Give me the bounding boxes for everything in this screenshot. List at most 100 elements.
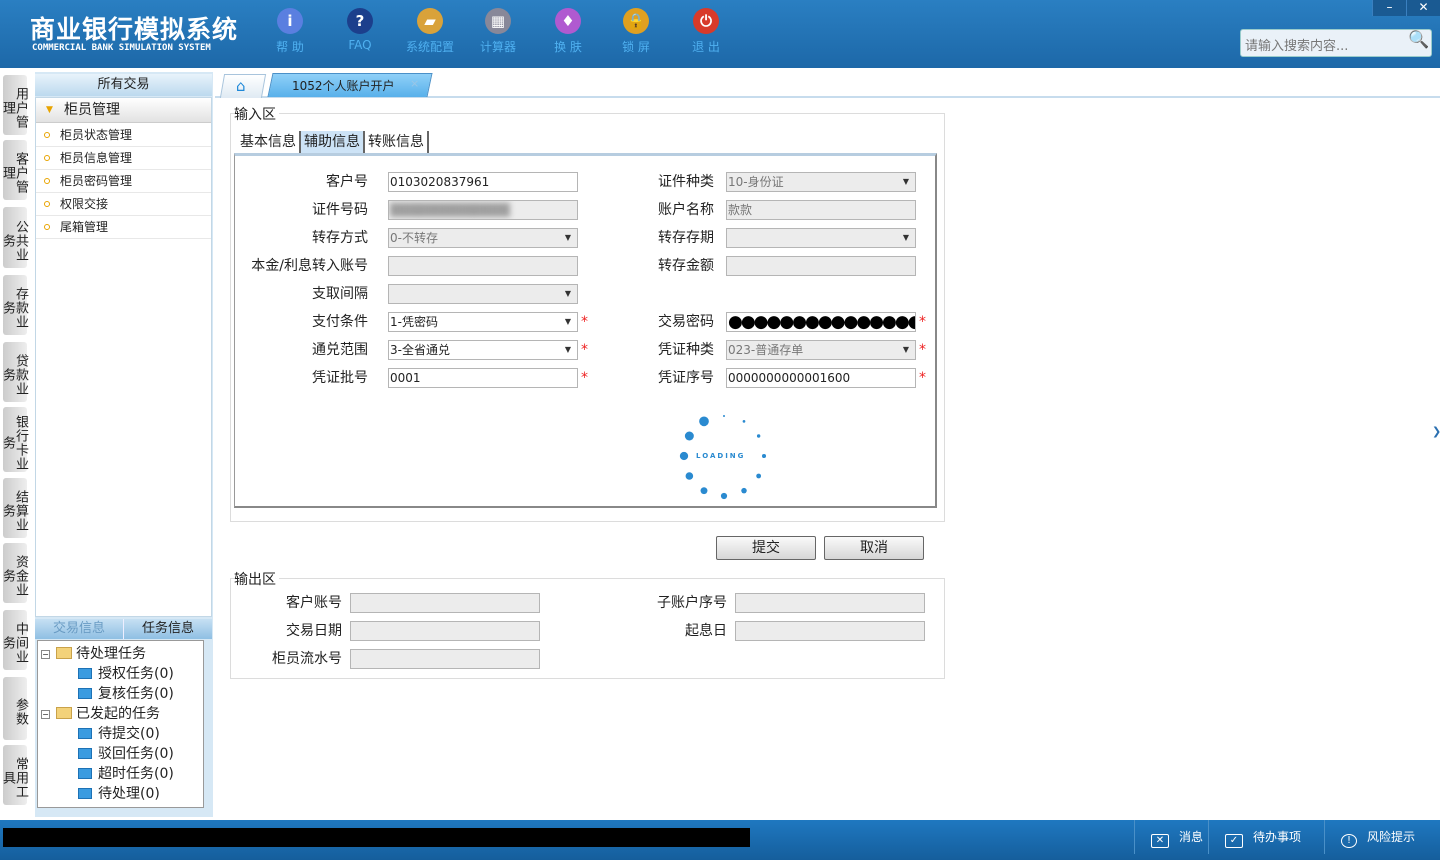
tab-task-info[interactable]: 任务信息	[124, 619, 212, 639]
status-checkbox[interactable]: ✓ 待办事项	[1208, 820, 1324, 854]
status-message-bar	[3, 828, 750, 847]
loading-text: LOADING	[696, 452, 746, 460]
vtab-2[interactable]: 公共业务	[0, 207, 28, 268]
output-field	[735, 593, 925, 613]
vtab-3[interactable]: 存款业务	[0, 275, 28, 335]
field-left-1-input[interactable]: ▒▒▒▒▒▒▒▒▒▒▒▒▒	[388, 200, 578, 220]
vtab-10[interactable]: 常用工具	[0, 745, 28, 805]
field-label: 客户号	[326, 174, 368, 190]
dropdown-arrow-icon[interactable]: ▼	[565, 341, 571, 359]
toolbar-toolbox-button[interactable]: ▰ 系统配置	[400, 8, 460, 55]
vtab-9[interactable]: 参数	[3, 677, 28, 740]
vtab-6[interactable]: 结算业务	[0, 478, 28, 538]
toolbar-question-button[interactable]: ? FAQ	[330, 8, 390, 52]
field-value: 款款	[728, 203, 753, 217]
field-right-3-input[interactable]	[726, 256, 916, 276]
dropdown-arrow-icon[interactable]: ▼	[903, 229, 909, 247]
field-label: 支取间隔	[312, 286, 368, 302]
tree-leaf[interactable]: 待处理(0)	[78, 783, 160, 803]
window-controls: – ✕	[1372, 0, 1440, 16]
tab-close-icon[interactable]: ×	[410, 77, 419, 90]
tab-trade-info[interactable]: 交易信息	[35, 619, 124, 639]
output-field	[735, 621, 925, 641]
dropdown-arrow-icon[interactable]: ▼	[565, 285, 571, 303]
vtab-5[interactable]: 银行卡业务	[0, 407, 28, 472]
menu-item[interactable]: 权限交接	[36, 193, 211, 216]
menu-item[interactable]: 柜员状态管理	[36, 124, 211, 147]
required-mark: *	[919, 314, 926, 330]
close-button[interactable]: ✕	[1406, 0, 1440, 16]
status-mail[interactable]: ✕ 消息	[1134, 820, 1208, 854]
field-left-2-select[interactable]: 0-不转存 ▼	[388, 228, 578, 248]
bullet-icon	[44, 132, 50, 138]
tree-node[interactable]: − 待处理任务	[41, 643, 146, 663]
vtab-4[interactable]: 贷款业务	[0, 342, 28, 402]
field-left-7-input[interactable]: 0001	[388, 368, 578, 388]
tree-leaf-label: 复核任务(0)	[98, 686, 174, 702]
menu-group-label: 柜员管理	[64, 102, 120, 118]
spinner-dot	[761, 453, 767, 459]
search-icon[interactable]: 🔍	[1408, 30, 1434, 50]
home-icon[interactable]: ⌂	[236, 77, 246, 95]
vtab-0[interactable]: 用户管理	[0, 75, 28, 135]
field-right-4-input[interactable]: ●●●●●●●●●●●●●●●	[726, 312, 916, 332]
menu-item-label: 权限交接	[60, 197, 109, 211]
vtab-1[interactable]: 客户管理	[0, 140, 28, 200]
spinner-dot	[756, 434, 761, 438]
submit-button[interactable]: 提交	[716, 536, 816, 560]
tree-leaf[interactable]: 复核任务(0)	[78, 683, 174, 703]
field-left-4-select[interactable]: ▼	[388, 284, 578, 304]
tree-leaf[interactable]: 待提交(0)	[78, 723, 160, 743]
tree-leaf[interactable]: 授权任务(0)	[78, 663, 174, 683]
cancel-button[interactable]: 取消	[824, 536, 924, 560]
toolbar-power-button[interactable]: ⏻ 退 出	[676, 8, 736, 55]
spinner-dot	[685, 472, 694, 480]
field-left-3-input[interactable]	[388, 256, 578, 276]
menu-item[interactable]: 柜员密码管理	[36, 170, 211, 193]
menu-header[interactable]: 所有交易	[35, 74, 212, 96]
tab-transfer-info[interactable]: 转账信息	[365, 131, 429, 153]
field-right-2-select[interactable]: ▼	[726, 228, 916, 248]
toolbar-shirt-button[interactable]: ♦ 换 肤	[538, 8, 598, 55]
dropdown-arrow-icon[interactable]: ▼	[903, 173, 909, 191]
collapse-arrow-icon[interactable]: ❯	[1432, 425, 1440, 438]
tab-aux-info[interactable]: 辅助信息	[301, 131, 365, 153]
collapse-icon[interactable]: −	[41, 650, 50, 659]
dropdown-arrow-icon[interactable]: ▼	[903, 341, 909, 359]
input-area-legend: 输入区	[234, 104, 279, 124]
field-value: 0-不转存	[390, 231, 438, 245]
tree-leaf-label: 授权任务(0)	[98, 666, 174, 682]
vtab-8[interactable]: 中间业务	[0, 610, 28, 670]
toolbar-calculator-button[interactable]: ▦ 计算器	[468, 8, 528, 55]
tree-leaf[interactable]: 超时任务(0)	[78, 763, 174, 783]
output-area-legend: 输出区	[234, 569, 279, 589]
field-right-5-select[interactable]: 023-普通存单 ▼	[726, 340, 916, 360]
tree-node-label: 已发起的任务	[76, 706, 160, 722]
search-input[interactable]: 请输入搜索内容...	[1240, 29, 1432, 57]
minimize-button[interactable]: –	[1372, 0, 1406, 16]
field-right-6-input[interactable]: 0000000000001600	[726, 368, 916, 388]
menu-group-teller[interactable]: ▼ 柜员管理	[36, 98, 211, 123]
vtab-7[interactable]: 资金业务	[0, 543, 28, 603]
field-left-6-select[interactable]: 3-全省通兑 ▼	[388, 340, 578, 360]
tree-node[interactable]: − 已发起的任务	[41, 703, 160, 723]
tab-basic-info[interactable]: 基本信息	[237, 131, 301, 153]
toolbar-info-button[interactable]: i 帮 助	[260, 8, 320, 55]
field-left-0-input[interactable]: 0103020837961	[388, 172, 578, 192]
dropdown-arrow-icon[interactable]: ▼	[565, 229, 571, 247]
field-left-5-select[interactable]: 1-凭密码 ▼	[388, 312, 578, 332]
collapse-icon[interactable]: −	[41, 710, 50, 719]
status-alert-bubble[interactable]: ! 风险提示	[1324, 820, 1440, 854]
dropdown-arrow-icon[interactable]: ▼	[565, 313, 571, 331]
menu-item[interactable]: 柜员信息管理	[36, 147, 211, 170]
folder-blue-icon	[78, 768, 92, 779]
field-label: 证件号码	[312, 202, 368, 218]
field-label: 本金/利息转入账号	[251, 258, 368, 274]
field-right-0-select[interactable]: 10-身份证 ▼	[726, 172, 916, 192]
status-label: 待办事项	[1253, 830, 1302, 844]
field-right-1-input[interactable]: 款款	[726, 200, 916, 220]
tree-leaf[interactable]: 驳回任务(0)	[78, 743, 174, 763]
menu-item[interactable]: 尾箱管理	[36, 216, 211, 239]
toolbar-lock-button[interactable]: 🔒 锁 屏	[606, 8, 666, 55]
field-label: 支付条件	[312, 314, 368, 330]
